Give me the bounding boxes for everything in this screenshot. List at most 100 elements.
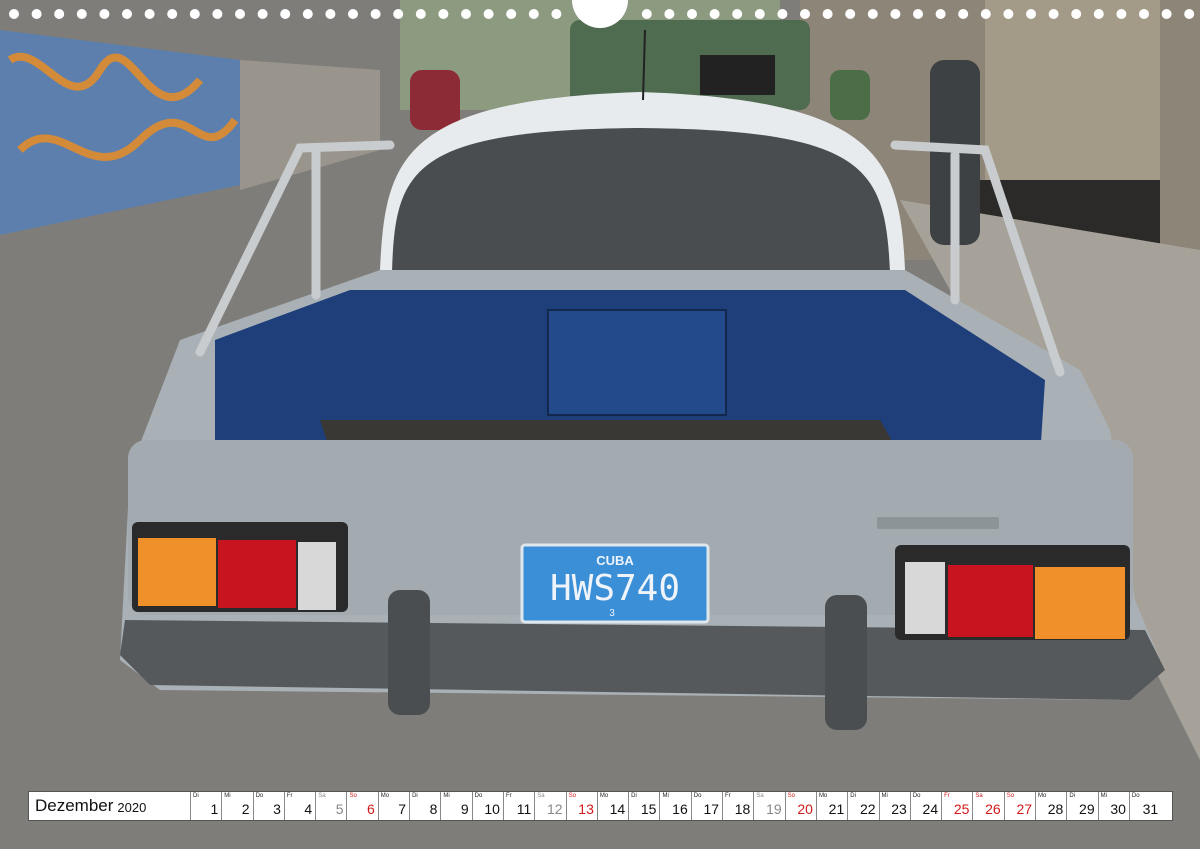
van-window bbox=[700, 55, 775, 95]
binding-hole bbox=[777, 9, 788, 19]
weekday-label: So bbox=[1006, 793, 1015, 799]
bumper-guard-right bbox=[825, 595, 867, 730]
day-number: 9 bbox=[460, 801, 469, 817]
binding-hole bbox=[709, 9, 720, 19]
weekday-label: Fr bbox=[725, 793, 731, 799]
day-number: 30 bbox=[1110, 801, 1126, 817]
binding-hole bbox=[257, 9, 268, 19]
hanger-notch bbox=[572, 0, 628, 28]
day-number: 4 bbox=[304, 801, 313, 817]
spiral-binding bbox=[9, 0, 1195, 28]
reverse-light-left bbox=[298, 542, 336, 610]
weekday-label: Mo bbox=[380, 793, 390, 799]
day-number: 17 bbox=[703, 801, 720, 817]
day-cell: Mi 16 bbox=[660, 792, 692, 820]
day-number: 5 bbox=[335, 801, 344, 817]
day-cell: Fr 4 bbox=[285, 792, 317, 820]
weekday-label: So bbox=[349, 793, 357, 799]
weekday-label: Sa bbox=[318, 793, 326, 799]
binding-hole bbox=[280, 9, 291, 19]
person bbox=[410, 70, 460, 130]
day-number: 29 bbox=[1079, 801, 1095, 817]
binding-hole bbox=[1093, 9, 1104, 19]
binding-hole bbox=[890, 9, 901, 19]
weekday-label: Fr bbox=[505, 793, 512, 799]
weekday-label: Sa bbox=[975, 793, 983, 799]
month-label: Dezember 2020 bbox=[29, 792, 191, 820]
day-cell: Sa 5 bbox=[316, 792, 348, 820]
day-cell: Di 22 bbox=[848, 792, 880, 820]
day-cell: Do 17 bbox=[692, 792, 724, 820]
day-number: 6 bbox=[366, 801, 375, 817]
day-cell: Sa 19 bbox=[754, 792, 786, 820]
binding-hole bbox=[822, 9, 833, 19]
year: 2020 bbox=[117, 800, 147, 815]
weekday-label: Do bbox=[693, 793, 702, 799]
binding-hole bbox=[867, 9, 878, 19]
binding-hole bbox=[189, 9, 200, 19]
binding-hole bbox=[212, 9, 223, 19]
day-number: 22 bbox=[859, 801, 876, 817]
day-cell: Fr 18 bbox=[723, 792, 755, 820]
day-number: 23 bbox=[891, 801, 907, 817]
weekday-label: Mi bbox=[881, 793, 888, 799]
day-number: 13 bbox=[578, 801, 594, 817]
weekday-label: Fr bbox=[286, 793, 293, 799]
day-cell: Do 24 bbox=[911, 792, 943, 820]
binding-hole bbox=[935, 9, 946, 19]
day-cell: Mo 28 bbox=[1036, 792, 1068, 820]
rear-window bbox=[392, 128, 890, 272]
day-number: 7 bbox=[398, 801, 407, 817]
day-cell: So 6 bbox=[347, 792, 379, 820]
binding-hole bbox=[687, 9, 697, 19]
amber-light-left bbox=[138, 538, 216, 606]
binding-hole bbox=[1048, 9, 1059, 19]
weekday-label: Mi bbox=[443, 793, 450, 799]
month-name: Dezember bbox=[35, 796, 114, 815]
day-cell: Di 29 bbox=[1067, 792, 1099, 820]
binding-hole bbox=[483, 9, 494, 19]
binding-hole bbox=[348, 9, 358, 19]
binding-hole bbox=[415, 9, 426, 19]
binding-hole bbox=[754, 9, 765, 19]
day-number: 28 bbox=[1047, 801, 1064, 817]
binding-hole bbox=[235, 9, 245, 19]
day-number: 18 bbox=[734, 801, 751, 817]
weekday-label: Mo bbox=[818, 793, 828, 799]
red-light-left bbox=[218, 540, 296, 608]
day-cell: So 27 bbox=[1005, 792, 1037, 820]
day-cell: So 20 bbox=[786, 792, 817, 820]
binding-hole bbox=[732, 9, 743, 19]
binding-hole bbox=[980, 9, 991, 19]
day-cell: Mi 30 bbox=[1099, 792, 1130, 820]
binding-hole bbox=[438, 9, 449, 19]
binding-hole bbox=[1161, 9, 1172, 19]
day-cell: Di 1 bbox=[191, 792, 223, 820]
day-number: 15 bbox=[640, 801, 657, 817]
weekday-label: So bbox=[568, 793, 576, 799]
binding-hole bbox=[1071, 9, 1082, 19]
day-number: 19 bbox=[766, 801, 782, 817]
plate-number: HWS740 bbox=[550, 568, 680, 609]
binding-hole bbox=[1139, 9, 1149, 19]
day-cell: Do 3 bbox=[254, 792, 285, 820]
binding-hole bbox=[54, 9, 65, 19]
binding-hole bbox=[958, 9, 969, 19]
weekday-label: Mo bbox=[1038, 793, 1047, 799]
day-number: 20 bbox=[797, 801, 813, 817]
weekday-label: Mi bbox=[1100, 793, 1107, 799]
day-cell: Sa 26 bbox=[973, 792, 1005, 820]
car-photo: CUBA HWS740 3 bbox=[0, 0, 1200, 849]
plate-country: CUBA bbox=[596, 553, 634, 568]
day-number: 25 bbox=[953, 801, 970, 817]
weekday-label: Do bbox=[1131, 793, 1140, 799]
day-number: 31 bbox=[1142, 801, 1159, 817]
binding-hole bbox=[1003, 9, 1014, 19]
day-cell: Do 31 bbox=[1130, 792, 1161, 820]
day-number: 10 bbox=[484, 801, 500, 817]
binding-hole bbox=[76, 9, 87, 19]
binding-hole bbox=[551, 9, 562, 19]
weekday-label: Mo bbox=[599, 793, 609, 799]
reverse-light-right bbox=[905, 562, 945, 634]
binding-hole bbox=[31, 9, 42, 19]
